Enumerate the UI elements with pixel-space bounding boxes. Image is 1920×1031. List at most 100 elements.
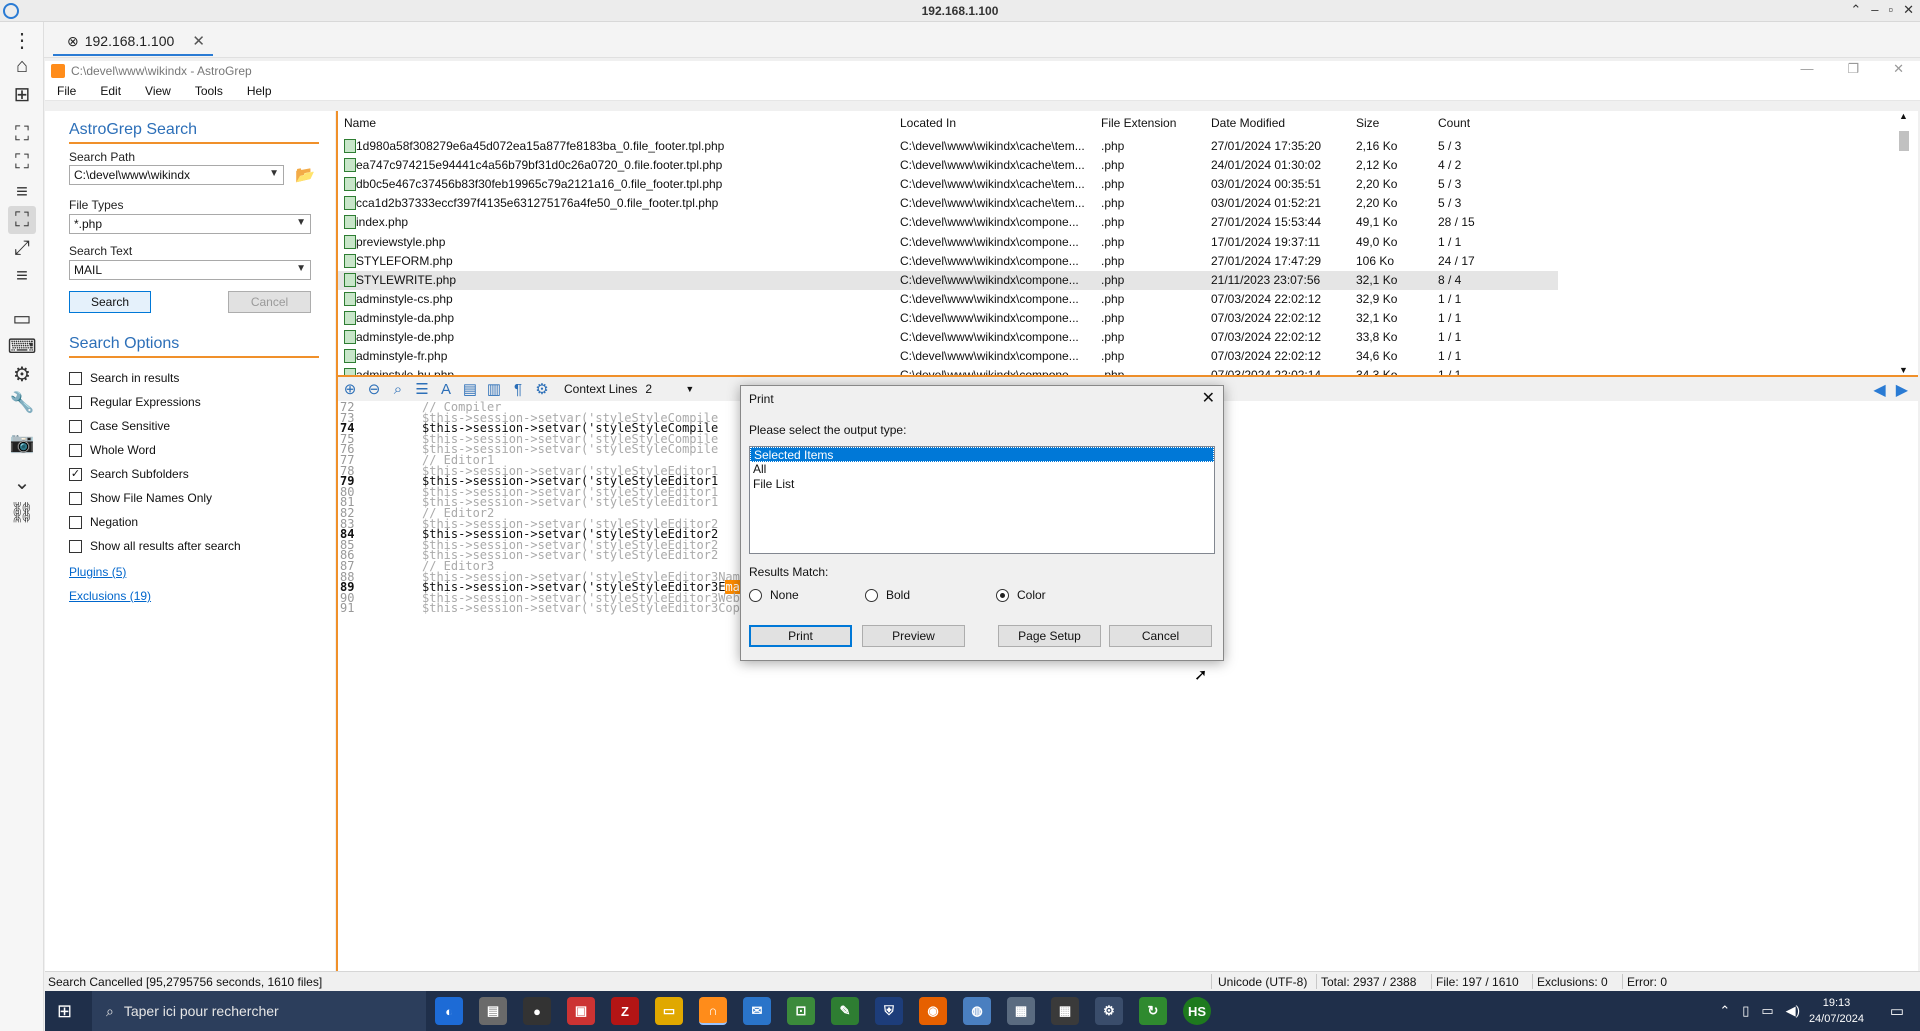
menu-view[interactable]: View bbox=[133, 81, 183, 100]
option-search-subfolders[interactable]: ✓ Search Subfolders bbox=[69, 467, 189, 481]
option-search-in-results[interactable]: Search in results bbox=[69, 371, 179, 385]
menu-icon[interactable]: ≡ bbox=[8, 262, 36, 290]
col-date-modified[interactable]: Date Modified bbox=[1211, 116, 1285, 130]
archive-icon[interactable]: ▣ bbox=[567, 997, 595, 1025]
edge-icon[interactable]: ◐ bbox=[435, 997, 463, 1025]
option-show-file-names-only[interactable]: Show File Names Only bbox=[69, 491, 212, 505]
filezilla-icon[interactable]: Z bbox=[611, 997, 639, 1025]
new-session-icon[interactable]: ⊞ bbox=[8, 80, 36, 108]
notepad-icon[interactable]: ✎ bbox=[831, 997, 859, 1025]
previous-result-icon[interactable]: ◀ bbox=[1873, 380, 1885, 400]
radio-color[interactable]: Color bbox=[996, 588, 1046, 602]
zoom-reset-icon[interactable]: ⌕ bbox=[386, 378, 410, 400]
column-view-icon[interactable]: ▥ bbox=[482, 378, 506, 400]
col-name[interactable]: Name bbox=[344, 116, 376, 130]
print-button[interactable]: Print bbox=[749, 625, 852, 647]
table-row[interactable]: cca1d2b37333eccf397f4135e631275176a4fe50… bbox=[338, 194, 1558, 213]
display-icon[interactable]: ▭ bbox=[8, 304, 36, 332]
code-icon[interactable]: ⊡ bbox=[787, 997, 815, 1025]
mail-icon[interactable]: ✉ bbox=[743, 997, 771, 1025]
col-count[interactable]: Count bbox=[1438, 116, 1470, 130]
font-icon[interactable]: A bbox=[434, 378, 458, 400]
taskbar-clock[interactable]: 19:13 24/07/2024 bbox=[1809, 995, 1864, 1027]
tools-icon[interactable]: 🔧 bbox=[8, 388, 36, 416]
search-button[interactable]: Search bbox=[69, 291, 151, 313]
browser-icon[interactable]: ◍ bbox=[963, 997, 991, 1025]
context-lines-value[interactable]: 2 bbox=[645, 382, 685, 396]
close-tab-icon[interactable]: ✕ bbox=[192, 32, 205, 50]
disk-icon[interactable]: ▤ bbox=[479, 997, 507, 1025]
windows-start-icon[interactable]: ⊞ bbox=[57, 1001, 72, 1022]
table-row[interactable]: previewstyle.php C:\devel\www\wikindx\com… bbox=[338, 233, 1558, 252]
chevron-up-icon[interactable]: ⌃ bbox=[1719, 1003, 1730, 1019]
option-negation[interactable]: Negation bbox=[69, 515, 138, 529]
table-row[interactable]: adminstyle-de.php C:\devel\www\wikindx\co… bbox=[338, 328, 1558, 347]
checkbox[interactable] bbox=[69, 443, 82, 457]
option-show-all-results[interactable]: Show all results after search bbox=[69, 539, 241, 553]
table-row[interactable]: db0c5e467c37456b83f30feb19965c79a2121a16… bbox=[338, 175, 1558, 194]
search-path-combo[interactable]: C:\devel\www\wikindx ▼ bbox=[69, 165, 284, 185]
menu-help[interactable]: Help bbox=[235, 81, 284, 100]
output-option-selected-items[interactable]: Selected Items bbox=[750, 447, 1214, 462]
notification-icon[interactable]: ▭ bbox=[1890, 1002, 1904, 1020]
calculator-icon[interactable]: ▦ bbox=[1051, 997, 1079, 1025]
radio-none[interactable]: None bbox=[749, 588, 799, 602]
maximize-icon[interactable]: ▫ bbox=[1888, 2, 1893, 18]
table-row[interactable]: ea747c974215e94441c4a56b79bf31d0c26a0720… bbox=[338, 156, 1558, 175]
menu-file[interactable]: File bbox=[45, 81, 88, 100]
chevron-down-icon[interactable]: ▼ bbox=[296, 217, 306, 228]
zoom-in-icon[interactable]: ⊕ bbox=[338, 378, 362, 400]
radio-button[interactable] bbox=[865, 588, 878, 602]
minimize-icon[interactable]: — bbox=[1800, 61, 1813, 77]
table-row[interactable]: adminstyle-cs.php C:\devel\www\wikindx\co… bbox=[338, 290, 1558, 309]
next-result-icon[interactable]: ▶ bbox=[1896, 380, 1908, 400]
close-icon[interactable]: ✕ bbox=[1903, 2, 1914, 18]
disconnect-icon[interactable]: ⛓ bbox=[8, 498, 36, 526]
output-option-all[interactable]: All bbox=[750, 462, 1214, 477]
camera-icon[interactable]: 📷 bbox=[8, 428, 36, 456]
scroll-up-icon[interactable]: ▲ bbox=[1899, 111, 1908, 121]
cancel-search-button[interactable]: Cancel bbox=[228, 291, 311, 313]
checkbox[interactable] bbox=[69, 371, 82, 385]
restore-icon[interactable]: ❐ bbox=[1847, 61, 1859, 77]
stretch-icon[interactable]: ⤢ bbox=[8, 234, 36, 262]
settings-icon[interactable]: ⚙ bbox=[1095, 997, 1123, 1025]
radio-button[interactable] bbox=[749, 588, 762, 602]
fit-screen-icon[interactable]: ⛶ bbox=[8, 120, 36, 148]
menu-tools[interactable]: Tools bbox=[183, 81, 235, 100]
option-regular-expressions[interactable]: Regular Expressions bbox=[69, 395, 201, 409]
sync-icon[interactable]: ↻ bbox=[1139, 997, 1167, 1025]
scale-icon[interactable]: ⛶ bbox=[8, 206, 36, 234]
obs-icon[interactable]: ● bbox=[523, 997, 551, 1025]
file-types-combo[interactable]: *.php ▼ bbox=[69, 214, 311, 234]
taskbar-search[interactable]: ⌕ Taper ici pour rechercher bbox=[92, 991, 426, 1031]
output-option-file-list[interactable]: File List bbox=[750, 477, 1214, 492]
viewer-session-tab[interactable]: ⊗ 192.168.1.100 ✕ bbox=[53, 28, 213, 56]
menu-icon[interactable]: ≡ bbox=[8, 178, 36, 206]
chevron-down-icon[interactable]: ⌄ bbox=[8, 468, 36, 496]
output-type-list[interactable]: Selected Items All File List bbox=[749, 446, 1215, 554]
page-setup-button[interactable]: Page Setup bbox=[998, 625, 1101, 647]
fullscreen-icon[interactable]: ⛶ bbox=[8, 148, 36, 176]
chevron-down-icon[interactable]: ▼ bbox=[685, 384, 694, 394]
table-row[interactable]: 1d980a58f308279e6a45d072ea15a877fe8183ba… bbox=[338, 137, 1558, 156]
checkbox[interactable] bbox=[69, 395, 82, 409]
table-row[interactable]: adminstyle-fr.php C:\devel\www\wikindx\co… bbox=[338, 347, 1558, 366]
table-row[interactable]: STYLEFORM.php C:\devel\www\wikindx\compon… bbox=[338, 252, 1558, 271]
checkbox[interactable] bbox=[69, 419, 82, 433]
checkbox[interactable] bbox=[69, 539, 82, 553]
more-vert-icon[interactable]: ⋮ bbox=[8, 26, 36, 54]
browse-folder-icon[interactable]: 📂 bbox=[295, 165, 315, 185]
table-row[interactable]: adminstyle-da.php C:\devel\www\wikindx\co… bbox=[338, 309, 1558, 328]
system-icon[interactable]: ▦ bbox=[1007, 997, 1035, 1025]
search-text-combo[interactable]: MAIL ▼ bbox=[69, 260, 311, 280]
word-wrap-icon[interactable]: ▤ bbox=[458, 378, 482, 400]
close-icon[interactable]: ✕ bbox=[1202, 388, 1215, 408]
radio-bold[interactable]: Bold bbox=[865, 588, 910, 602]
preview-button[interactable]: Preview bbox=[862, 625, 965, 647]
col-file-extension[interactable]: File Extension bbox=[1101, 116, 1176, 130]
scroll-thumb[interactable] bbox=[1899, 131, 1909, 151]
keyboard-icon[interactable]: ⌨ bbox=[8, 332, 37, 360]
paragraph-icon[interactable]: ¶ bbox=[506, 378, 530, 400]
table-row[interactable]: index.php C:\devel\www\wikindx\compone...… bbox=[338, 213, 1558, 232]
